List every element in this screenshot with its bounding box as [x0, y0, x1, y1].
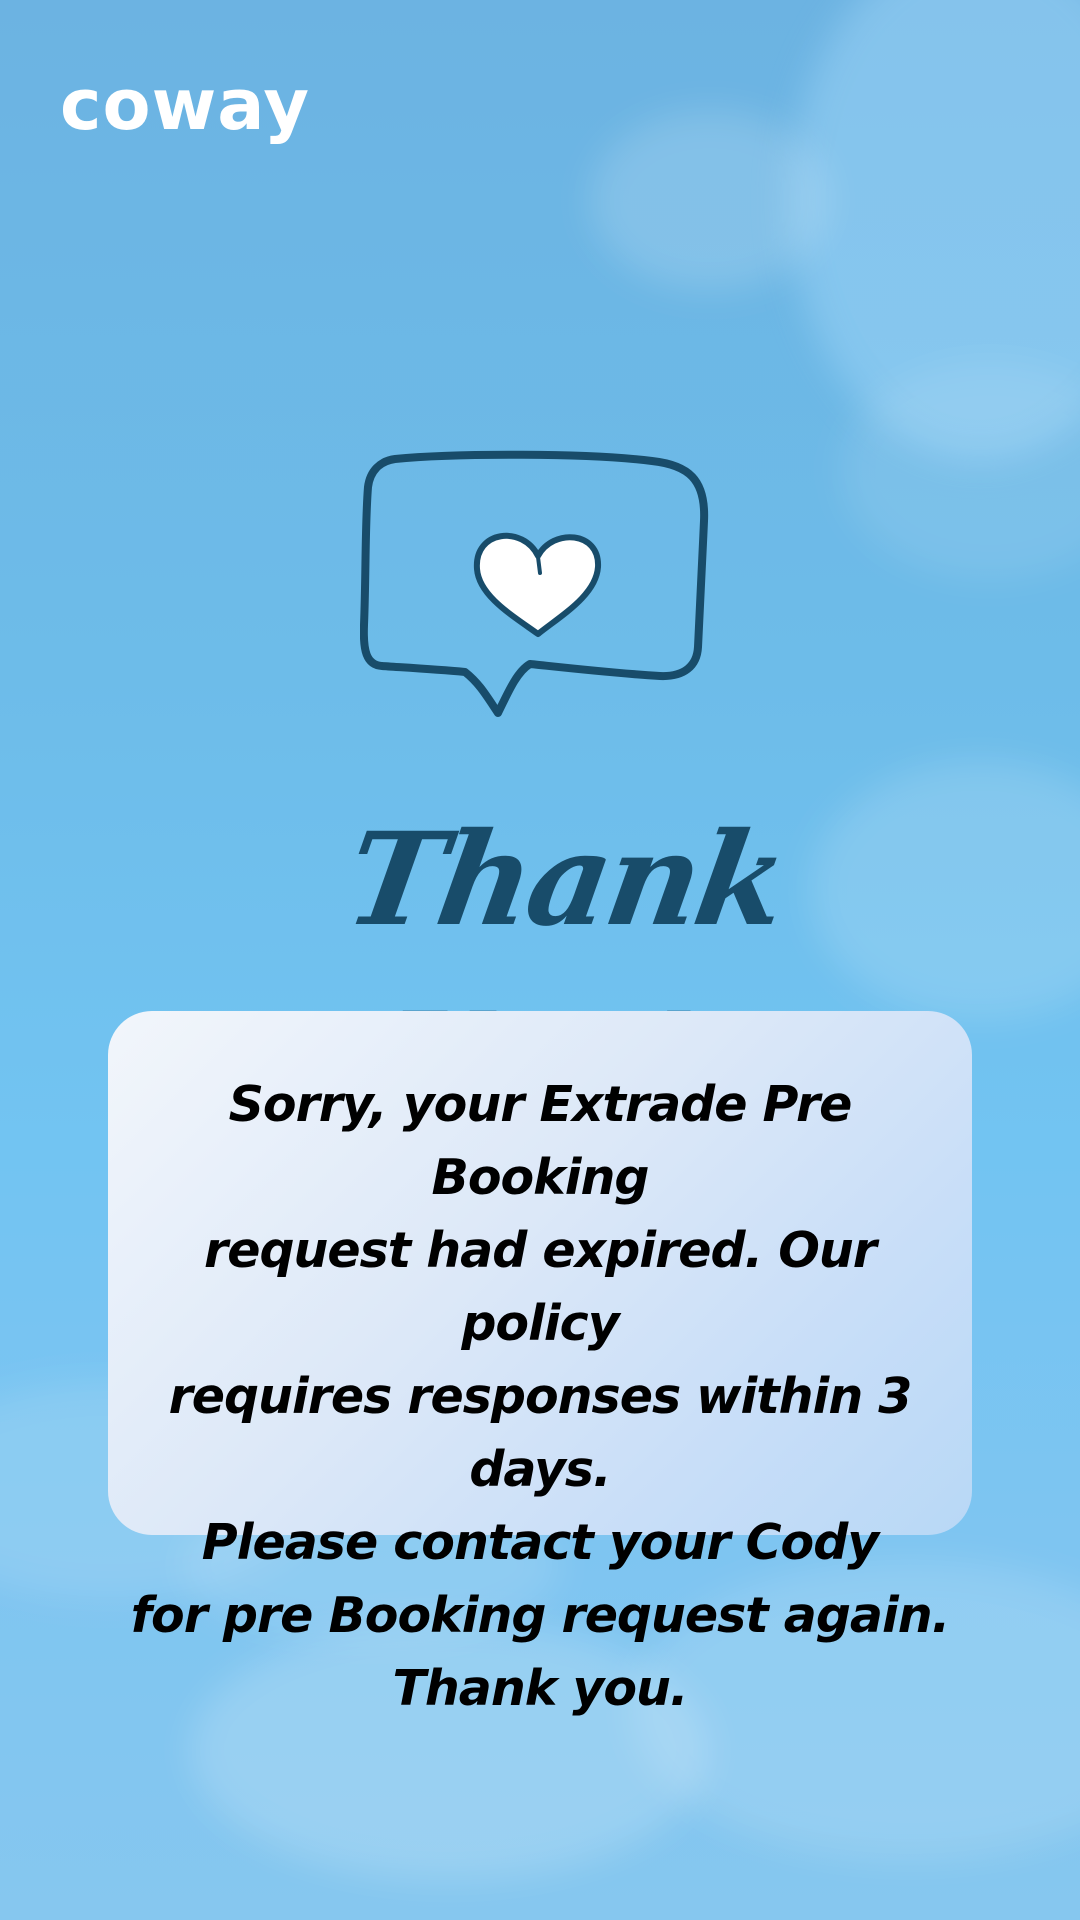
heart-speech-bubble-svg [359, 450, 709, 717]
message-line: for pre Booking request again. [130, 1587, 951, 1644]
message-line: Sorry, your Extrade Pre Booking [228, 1076, 853, 1206]
cloud-shape [790, 0, 1080, 460]
thank-you-heading: Thank You! [336, 805, 794, 1135]
message-line: requires responses within 3 days. [168, 1368, 913, 1498]
coway-logo: coway [60, 64, 310, 146]
cloud-shape [590, 110, 830, 290]
heart-shape [473, 532, 602, 637]
message-line: Thank you. [392, 1660, 688, 1717]
heart-crease [536, 555, 542, 575]
cloud-shape [840, 360, 1080, 580]
heart-speech-bubble-icon [359, 445, 720, 730]
message-card: Sorry, your Extrade Pre Booking request … [108, 1011, 972, 1717]
expiry-message: Sorry, your Extrade Pre Booking request … [118, 1068, 962, 1725]
message-line: Please contact your Cody [201, 1514, 879, 1571]
message-line: request had expired. Our policy [204, 1222, 877, 1352]
